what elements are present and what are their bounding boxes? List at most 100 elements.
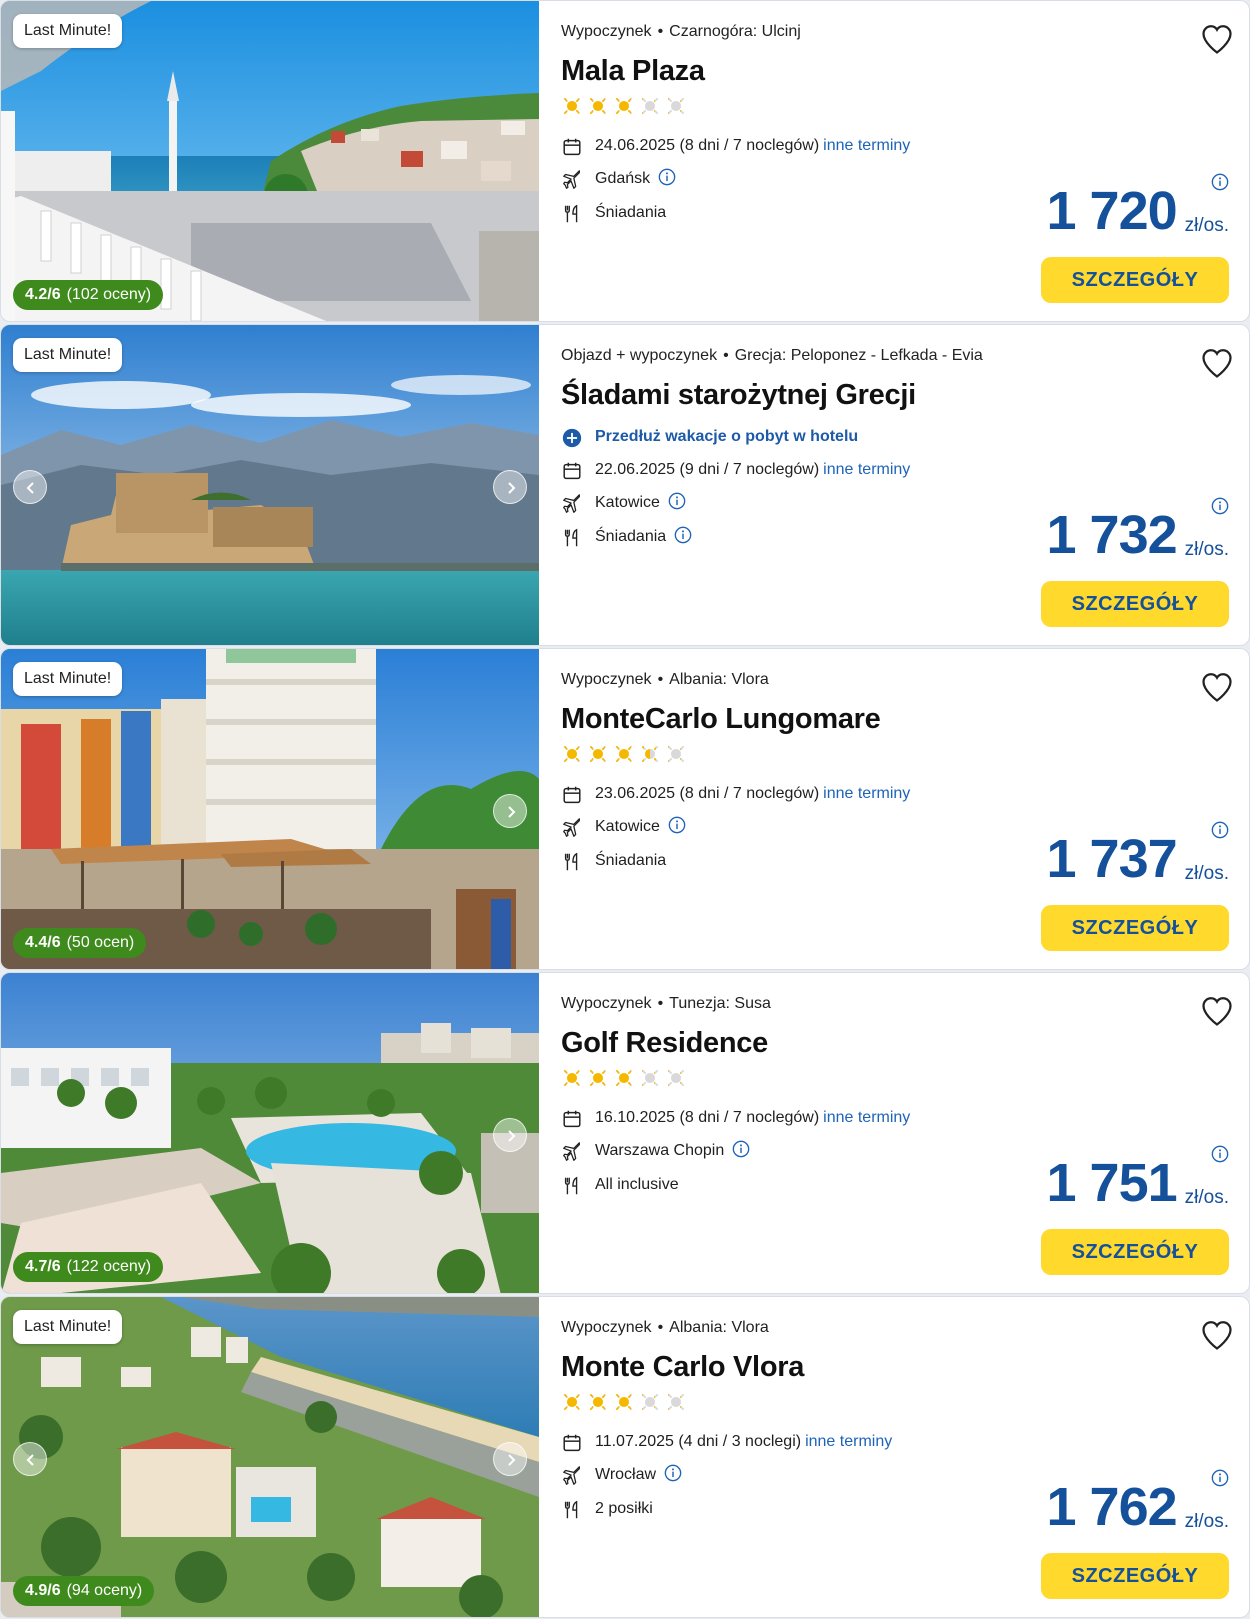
rating-badge: 4.7/6 (122 oceny) [13,1252,164,1282]
price: 1 737 zł/os. [1047,821,1229,889]
rating-badge: 4.4/6 (50 ocen) [13,928,147,958]
other-dates-link[interactable]: inne terminy [823,461,910,478]
price-info-icon[interactable] [1211,1469,1229,1487]
price-info-icon[interactable] [1211,173,1229,191]
hotel-title[interactable]: Monte Carlo Vlora [561,1351,804,1384]
offer-location: Grecja: Peloponez - Lefkada - Evia [734,347,983,364]
hotel-title[interactable]: Śladami starożytnej Grecji [561,379,916,412]
other-dates-link[interactable]: inne terminy [805,1433,892,1450]
offer-meta: Objazd + wypoczynek • Grecja: Peloponez - … [561,347,983,364]
gallery-prev-button[interactable] [13,1442,47,1476]
details-button[interactable]: SZCZEGÓŁY [1041,581,1229,627]
price-unit: zł/os. [1184,539,1229,560]
gallery-prev-button[interactable] [13,470,47,504]
departure-airport: Katowice [595,818,660,835]
offer-date: 16.10.2025 (8 dni / 7 noclegów) [595,1109,820,1126]
board-type: Śniadania [595,852,667,869]
calendar-icon [561,784,583,806]
hotel-photo[interactable]: 4.7/6 (122 oceny) [1,973,539,1293]
last-minute-badge: Last Minute! [13,662,123,696]
offer-list: Last Minute! 4.2/6 (102 oceny) Wypoczynek… [0,0,1250,1619]
info-icon[interactable] [732,1140,750,1158]
offer-card[interactable]: Last Minute! 4.9/6 (94 oceny) Wypoczynek •… [0,1296,1250,1618]
sun-star-icon [613,1067,635,1089]
price-info-icon[interactable] [1211,821,1229,839]
offer-meta: Wypoczynek • Tunezja: Susa [561,995,771,1012]
plane-icon [561,169,583,191]
price-unit: zł/os. [1184,215,1229,236]
sun-star-icon [587,1067,609,1089]
departure-airport: Gdańsk [595,170,651,187]
offer-date: 11.07.2025 (4 dni / 3 noclegi) [595,1433,802,1450]
info-icon[interactable] [668,816,686,834]
last-minute-badge: Last Minute! [13,14,123,48]
plane-icon [561,493,583,515]
offer-card[interactable]: 4.7/6 (122 oceny) Wypoczynek • Tunezja: Sus… [0,972,1250,1294]
cutlery-icon [561,203,583,225]
hotel-photo[interactable]: Last Minute! 4.9/6 (94 oceny) [1,1297,539,1617]
hotel-stars [561,95,691,117]
hotel-stars [561,1067,691,1089]
favorite-heart-icon[interactable] [1199,21,1235,57]
departure-airport: Wrocław [595,1466,657,1483]
offer-location: Albania: Vlora [669,1319,769,1336]
sun-star-icon [665,95,687,117]
favorite-heart-icon[interactable] [1199,1317,1235,1353]
hotel-photo[interactable]: Last Minute! 4.4/6 (50 ocen) [1,649,539,969]
hotel-title[interactable]: MonteCarlo Lungomare [561,703,881,736]
sun-star-icon [613,743,635,765]
offer-card[interactable]: Last Minute! 4.2/6 (102 oceny) Wypoczynek… [0,0,1250,322]
sun-star-icon [561,743,583,765]
info-icon[interactable] [664,1464,682,1482]
plane-icon [561,1141,583,1163]
price-amount: 1 751 [1046,1153,1178,1213]
offer-info: Wypoczynek • Albania: Vlora Monte Carlo Vl… [561,1297,1249,1617]
sun-star-icon [561,95,583,117]
hotel-stars [561,743,691,765]
hotel-photo[interactable]: Last Minute! [1,325,539,645]
price-info-icon[interactable] [1211,497,1229,515]
last-minute-badge: Last Minute! [13,1310,123,1344]
info-icon[interactable] [668,492,686,510]
price-amount: 1 762 [1046,1477,1178,1537]
board-type: Śniadania [595,204,667,221]
calendar-icon [561,1108,583,1130]
calendar-icon [561,460,583,482]
hotel-stars [561,1391,691,1413]
details-button[interactable]: SZCZEGÓŁY [1041,1229,1229,1275]
cutlery-icon [561,527,583,549]
board-type: Śniadania [595,528,667,545]
details-button[interactable]: SZCZEGÓŁY [1041,905,1229,951]
cutlery-icon [561,1175,583,1197]
info-icon[interactable] [658,168,676,186]
favorite-heart-icon[interactable] [1199,345,1235,381]
hotel-title[interactable]: Mala Plaza [561,55,705,88]
gallery-next-button[interactable] [493,1118,527,1152]
other-dates-link[interactable]: inne terminy [823,137,910,154]
sun-star-icon [587,95,609,117]
offer-info: Wypoczynek • Czarnogóra: Ulcinj Mala Plaza… [561,1,1249,321]
offer-info: Wypoczynek • Tunezja: Susa Golf Residence … [561,973,1249,1293]
favorite-heart-icon[interactable] [1199,993,1235,1029]
offer-info: Objazd + wypoczynek • Grecja: Peloponez - … [561,325,1249,645]
last-minute-badge: Last Minute! [13,338,123,372]
gallery-next-button[interactable] [493,470,527,504]
details-button[interactable]: SZCZEGÓŁY [1041,1553,1229,1599]
hotel-photo[interactable]: Last Minute! 4.2/6 (102 oceny) [1,1,539,321]
sun-star-icon [639,1391,661,1413]
price-amount: 1 720 [1046,181,1178,241]
offer-location: Albania: Vlora [669,671,769,688]
gallery-next-button[interactable] [493,1442,527,1476]
price-info-icon[interactable] [1211,1145,1229,1163]
offer-card[interactable]: Last Minute! 4.4/6 (50 ocen) Wypoczynek • A… [0,648,1250,970]
offer-card[interactable]: Last Minute! Objazd + wypoczynek • Grecja:… [0,324,1250,646]
other-dates-link[interactable]: inne terminy [823,785,910,802]
details-button[interactable]: SZCZEGÓŁY [1041,257,1229,303]
gallery-next-button[interactable] [493,794,527,828]
sun-star-icon [665,743,687,765]
favorite-heart-icon[interactable] [1199,669,1235,705]
offer-meta: Wypoczynek • Albania: Vlora [561,1319,769,1336]
other-dates-link[interactable]: inne terminy [823,1109,910,1126]
hotel-title[interactable]: Golf Residence [561,1027,768,1060]
info-icon[interactable] [674,526,692,544]
